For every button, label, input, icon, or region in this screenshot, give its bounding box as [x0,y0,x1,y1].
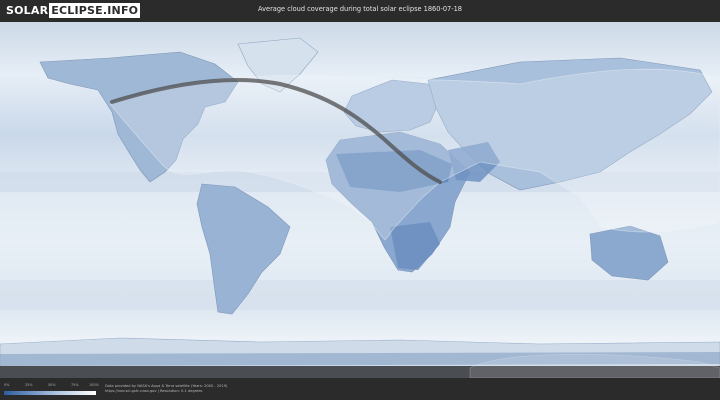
cloud-coverage-map [0,22,720,378]
cloud-coverage-scale-bar [4,391,96,395]
header-bar: SOLAR ECLIPSE.INFO Average cloud coverag… [0,0,720,22]
scale-labels: 0% 25% 50% 75% 100% [4,383,99,389]
site-logo[interactable]: SOLAR ECLIPSE.INFO [6,3,141,18]
map-title: Average cloud coverage during total sola… [258,5,462,13]
scale-tick-label: 25% [25,383,33,387]
scale-tick-label: 50% [48,383,56,387]
scale-tick-label: 100% [89,383,99,387]
scale-tick-label: 75% [71,383,79,387]
data-credit: Data provided by NASA's Aqua & Terra sat… [105,384,227,394]
credit-line-url[interactable]: https://neo.sci.gsfc.nasa.gov | Resoluti… [105,389,227,394]
southern-storm-band [0,280,720,310]
scale-tick-label: 0% [4,383,10,387]
logo-part-eclipse-info: ECLIPSE.INFO [49,3,141,18]
logo-part-solar: SOLAR [6,4,49,17]
